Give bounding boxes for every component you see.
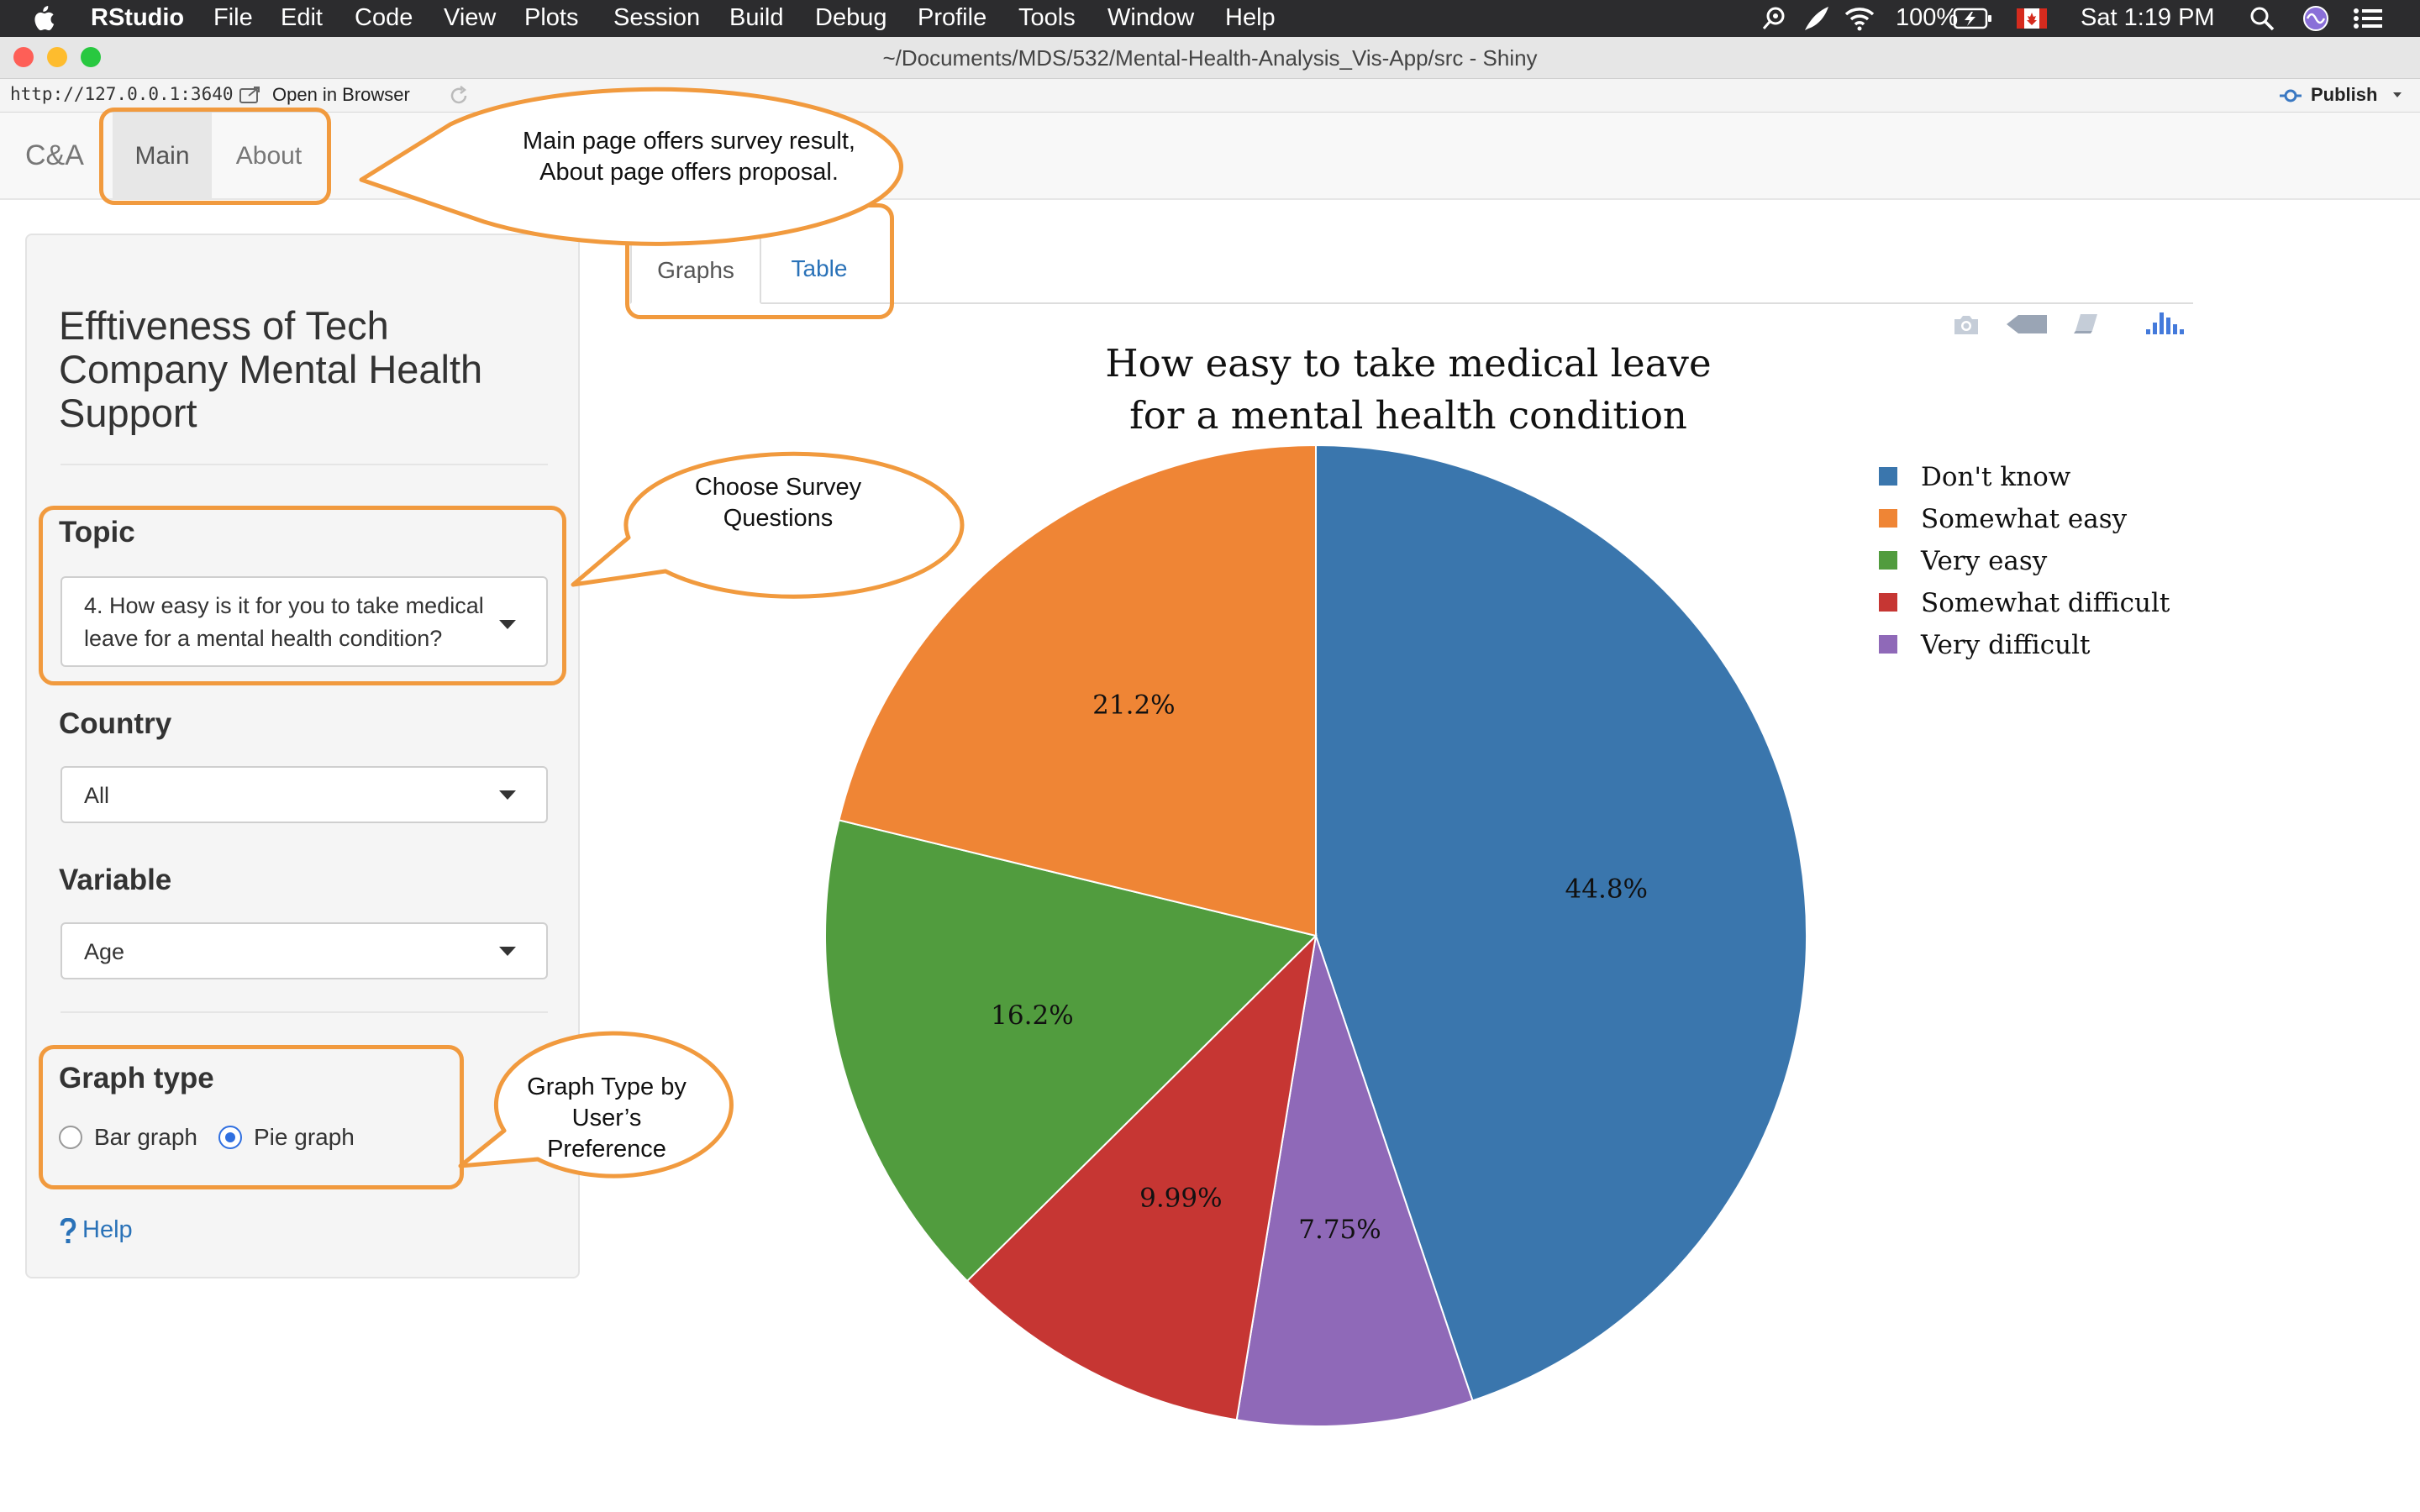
callout-nav-line-1: Main page offers survey result, <box>523 128 855 155</box>
callout-topic-line-1: Choose Survey <box>694 474 862 501</box>
callout-graph-line-3: Preference <box>547 1136 666 1163</box>
callout-graph-type-text: Graph Type by User’s Preference <box>497 1072 716 1165</box>
callout-nav-text: Main page offers survey result, About pa… <box>471 126 908 188</box>
callout-graph-line-2: User’s <box>571 1105 642 1131</box>
callout-topic-text: Choose Survey Questions <box>610 472 946 534</box>
callout-nav-line-2: About page offers proposal. <box>539 159 839 186</box>
callout-topic-line-2: Questions <box>723 505 834 532</box>
callout-bubbles <box>359 87 965 1179</box>
callout-graph-line-1: Graph Type by <box>527 1074 687 1100</box>
